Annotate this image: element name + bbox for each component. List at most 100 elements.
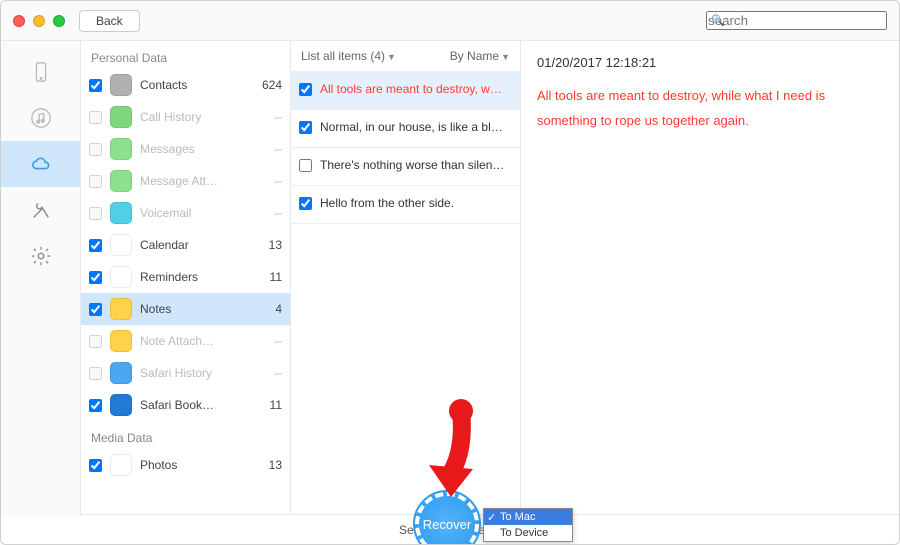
category-row[interactable]: Photos13 [81, 449, 290, 481]
sidebar-item-icloud[interactable] [1, 141, 80, 187]
note-checkbox[interactable] [299, 83, 312, 96]
note-checkbox[interactable] [299, 159, 312, 172]
sidebar-item-tools[interactable] [1, 187, 80, 233]
app-icon [110, 74, 132, 96]
note-checkbox[interactable] [299, 121, 312, 134]
category-checkbox[interactable] [89, 271, 102, 284]
item-list-header: List all items (4)▼ By Name▼ [291, 41, 520, 72]
chevron-down-icon: ▼ [387, 52, 396, 62]
chevron-down-icon: ▼ [501, 52, 510, 62]
sidebar-item-itunes[interactable] [1, 95, 80, 141]
category-row[interactable]: Message Att…-- [81, 165, 290, 197]
music-icon [30, 107, 52, 129]
menu-item-to-mac[interactable]: To Mac [484, 509, 572, 525]
app-icon [110, 330, 132, 352]
category-checkbox[interactable] [89, 459, 102, 472]
category-row[interactable]: Contacts624 [81, 69, 290, 101]
category-count: -- [252, 334, 282, 348]
section-header: Media Data [81, 421, 290, 449]
category-checkbox[interactable] [89, 79, 102, 92]
category-row[interactable]: Calendar13 [81, 229, 290, 261]
category-count: 11 [252, 398, 282, 412]
category-checkbox[interactable] [89, 399, 102, 412]
category-checkbox[interactable] [89, 175, 102, 188]
app-icon [110, 138, 132, 160]
category-checkbox[interactable] [89, 335, 102, 348]
app-icon [110, 394, 132, 416]
note-row[interactable]: Hello from the other side. [291, 186, 520, 224]
category-row[interactable]: Voicemail-- [81, 197, 290, 229]
category-checkbox[interactable] [89, 303, 102, 316]
section-header: Personal Data [81, 41, 290, 69]
app-icon [110, 266, 132, 288]
sidebar-item-settings[interactable] [1, 233, 80, 279]
category-label: Notes [140, 302, 252, 316]
note-row[interactable]: Normal, in our house, is like a bl… [291, 110, 520, 148]
app-icon [110, 106, 132, 128]
detail-pane: 01/20/2017 12:18:21 All tools are meant … [521, 41, 899, 516]
main-sidebar [1, 41, 81, 516]
category-checkbox[interactable] [89, 207, 102, 220]
search-input[interactable] [706, 11, 887, 30]
menu-item-to-device[interactable]: To Device [484, 525, 572, 541]
category-label: Call History [140, 110, 252, 124]
app-icon [110, 234, 132, 256]
note-checkbox[interactable] [299, 197, 312, 210]
note-preview: Normal, in our house, is like a bl… [320, 120, 512, 134]
category-count: 4 [252, 302, 282, 316]
item-list: List all items (4)▼ By Name▼ All tools a… [291, 41, 521, 516]
category-checkbox[interactable] [89, 367, 102, 380]
back-button[interactable]: Back [79, 10, 140, 32]
detail-datetime: 01/20/2017 12:18:21 [537, 55, 883, 70]
sort-dropdown[interactable]: By Name▼ [450, 49, 510, 63]
app-icon [110, 454, 132, 476]
category-count: -- [252, 110, 282, 124]
minimize-icon[interactable] [33, 15, 45, 27]
zoom-icon[interactable] [53, 15, 65, 27]
category-checkbox[interactable] [89, 143, 102, 156]
category-list: Personal DataContacts624Call History--Me… [81, 41, 291, 516]
category-label: Safari History [140, 366, 252, 380]
main-body: Personal DataContacts624Call History--Me… [1, 41, 899, 516]
phone-icon [30, 61, 52, 83]
category-row[interactable]: Reminders11 [81, 261, 290, 293]
cloud-icon [30, 153, 52, 175]
category-label: Message Att… [140, 174, 252, 188]
note-preview: Hello from the other side. [320, 196, 512, 210]
app-icon [110, 298, 132, 320]
app-window: Back 🔍 [0, 0, 900, 545]
category-checkbox[interactable] [89, 111, 102, 124]
category-label: Photos [140, 458, 252, 472]
category-row[interactable]: Note Attach…-- [81, 325, 290, 357]
gear-icon [30, 245, 52, 267]
category-row[interactable]: Safari Book…11 [81, 389, 290, 421]
category-label: Contacts [140, 78, 252, 92]
tools-icon [30, 199, 52, 221]
sidebar-item-device[interactable] [1, 49, 80, 95]
search-field[interactable]: 🔍 [706, 11, 887, 30]
note-row[interactable]: All tools are meant to destroy, w… [291, 72, 520, 110]
note-row[interactable]: There's nothing worse than silen… [291, 148, 520, 186]
category-count: -- [252, 206, 282, 220]
app-icon [110, 170, 132, 192]
category-label: Messages [140, 142, 252, 156]
list-filter-dropdown[interactable]: List all items (4)▼ [301, 49, 396, 63]
category-label: Note Attach… [140, 334, 252, 348]
category-label: Calendar [140, 238, 252, 252]
category-count: 11 [252, 270, 282, 284]
note-preview: There's nothing worse than silen… [320, 158, 512, 172]
titlebar: Back 🔍 [1, 1, 899, 41]
category-count: -- [252, 142, 282, 156]
category-count: 13 [252, 458, 282, 472]
close-icon[interactable] [13, 15, 25, 27]
category-row[interactable]: Notes4 [81, 293, 290, 325]
search-icon: 🔍 [711, 14, 725, 27]
category-checkbox[interactable] [89, 239, 102, 252]
category-label: Voicemail [140, 206, 252, 220]
note-preview: All tools are meant to destroy, w… [320, 82, 512, 96]
category-row[interactable]: Messages-- [81, 133, 290, 165]
category-row[interactable]: Call History-- [81, 101, 290, 133]
app-icon [110, 362, 132, 384]
category-row[interactable]: Safari History-- [81, 357, 290, 389]
category-label: Safari Book… [140, 398, 252, 412]
